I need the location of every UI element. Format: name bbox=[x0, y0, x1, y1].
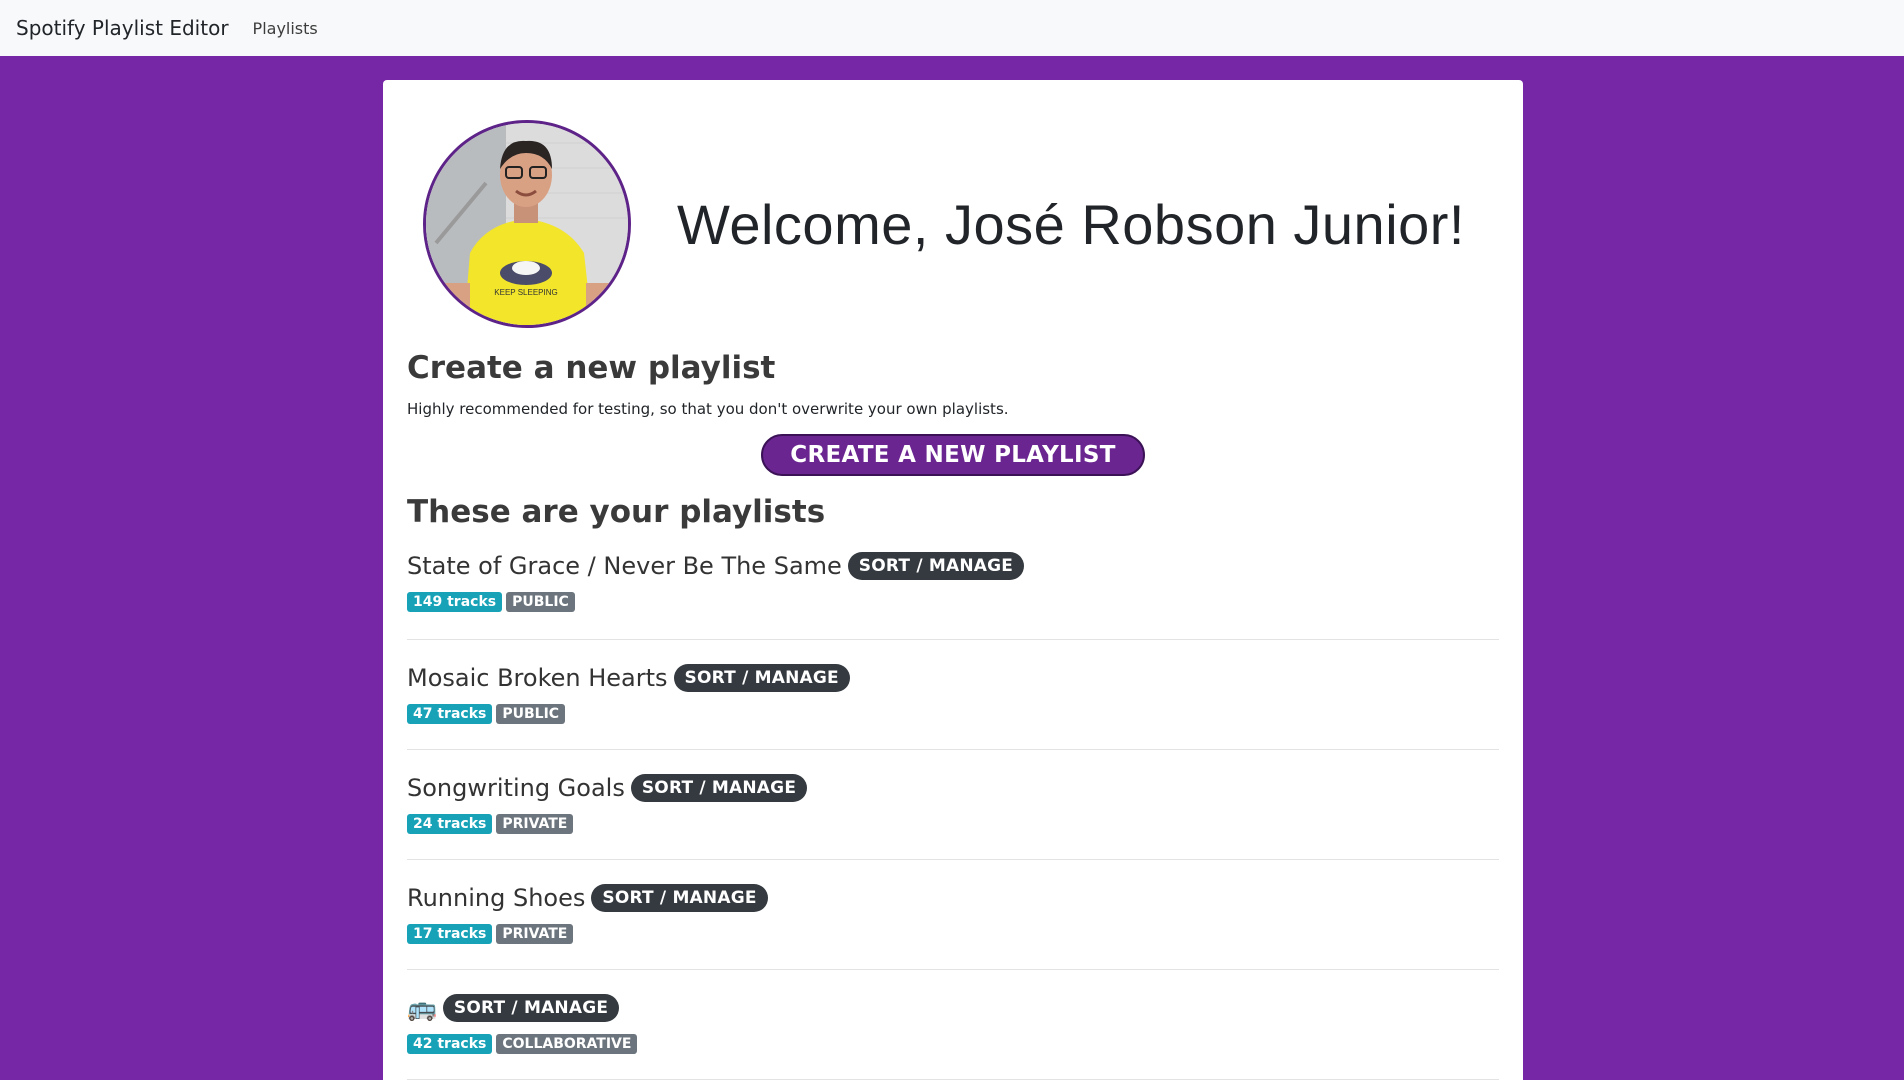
playlists-section-title: These are your playlists bbox=[407, 494, 826, 530]
avatar-photo: KEEP SLEEPING bbox=[426, 123, 628, 325]
nav-link-playlists[interactable]: Playlists bbox=[253, 19, 318, 38]
tracks-badge: 42 tracks bbox=[407, 1034, 493, 1054]
playlist-meta: 17 tracks PRIVATE bbox=[407, 924, 1499, 944]
playlist-row: State of Grace / Never Be The Same SORT … bbox=[407, 552, 1499, 580]
avatar: KEEP SLEEPING bbox=[423, 120, 631, 328]
list-item: State of Grace / Never Be The Same SORT … bbox=[407, 530, 1499, 640]
navbar-brand[interactable]: Spotify Playlist Editor bbox=[16, 16, 229, 40]
profile-header: KEEP SLEEPING Welcome, José Robson Junio… bbox=[423, 120, 1499, 328]
list-item: Running Shoes SORT / MANAGE 17 tracks PR… bbox=[407, 860, 1499, 970]
sort-manage-button[interactable]: SORT / MANAGE bbox=[591, 884, 768, 912]
top-navbar: Spotify Playlist Editor Playlists bbox=[0, 0, 1904, 56]
sort-manage-button[interactable]: SORT / MANAGE bbox=[847, 552, 1025, 580]
create-subtitle: Highly recommended for testing, so that … bbox=[407, 400, 1009, 418]
visibility-badge: COLLABORATIVE bbox=[496, 1034, 638, 1054]
visibility-badge: PRIVATE bbox=[496, 924, 574, 944]
playlist-name[interactable]: Running Shoes bbox=[407, 884, 585, 912]
playlist-row: Running Shoes SORT / MANAGE bbox=[407, 884, 1499, 912]
create-playlist-button[interactable]: CREATE A NEW PLAYLIST bbox=[761, 434, 1145, 476]
svg-text:KEEP SLEEPING: KEEP SLEEPING bbox=[494, 288, 557, 297]
create-section-title: Create a new playlist bbox=[407, 350, 776, 386]
bus-icon[interactable]: 🚌 bbox=[407, 994, 437, 1022]
tracks-badge: 24 tracks bbox=[407, 814, 493, 834]
list-item: 🚌 SORT / MANAGE 42 tracks COLLABORATIVE bbox=[407, 970, 1499, 1080]
sort-manage-button[interactable]: SORT / MANAGE bbox=[673, 664, 850, 692]
playlist-meta: 47 tracks PUBLIC bbox=[407, 704, 1499, 724]
playlist-row: Songwriting Goals SORT / MANAGE bbox=[407, 774, 1499, 802]
playlist-meta: 149 tracks PUBLIC bbox=[407, 592, 1499, 612]
playlist-list: State of Grace / Never Be The Same SORT … bbox=[407, 530, 1499, 1080]
playlist-name[interactable]: Mosaic Broken Hearts bbox=[407, 664, 668, 692]
list-item: Mosaic Broken Hearts SORT / MANAGE 47 tr… bbox=[407, 640, 1499, 750]
create-button-wrap: CREATE A NEW PLAYLIST bbox=[407, 434, 1499, 476]
playlist-name[interactable]: State of Grace / Never Be The Same bbox=[407, 552, 842, 580]
playlist-meta: 42 tracks COLLABORATIVE bbox=[407, 1034, 1499, 1054]
visibility-badge: PUBLIC bbox=[496, 704, 566, 724]
visibility-badge: PRIVATE bbox=[496, 814, 574, 834]
list-item: Songwriting Goals SORT / MANAGE 24 track… bbox=[407, 750, 1499, 860]
sort-manage-button[interactable]: SORT / MANAGE bbox=[442, 994, 620, 1022]
main-card: KEEP SLEEPING Welcome, José Robson Junio… bbox=[383, 80, 1523, 1080]
playlist-name[interactable]: Songwriting Goals bbox=[407, 774, 625, 802]
visibility-badge: PUBLIC bbox=[506, 592, 575, 612]
tracks-badge: 149 tracks bbox=[407, 592, 503, 612]
playlist-row: 🚌 SORT / MANAGE bbox=[407, 994, 1499, 1022]
tracks-badge: 17 tracks bbox=[407, 924, 493, 944]
playlist-meta: 24 tracks PRIVATE bbox=[407, 814, 1499, 834]
sort-manage-button[interactable]: SORT / MANAGE bbox=[630, 774, 808, 802]
tracks-badge: 47 tracks bbox=[407, 704, 493, 724]
welcome-heading: Welcome, José Robson Junior! bbox=[677, 192, 1465, 256]
playlist-row: Mosaic Broken Hearts SORT / MANAGE bbox=[407, 664, 1499, 692]
